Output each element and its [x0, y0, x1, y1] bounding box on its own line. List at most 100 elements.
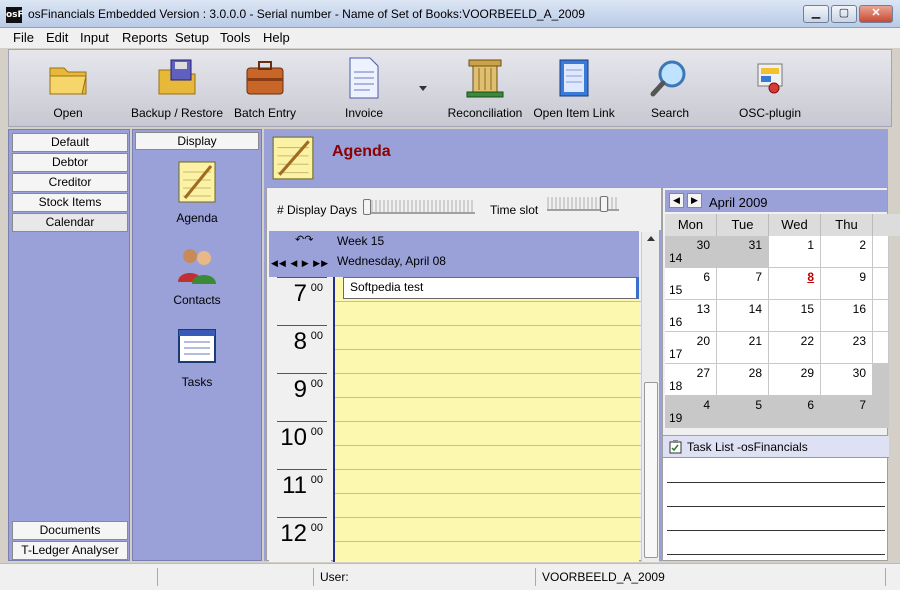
invoice-button[interactable]: Invoice: [329, 54, 399, 124]
agenda-header-icon: [272, 136, 314, 180]
menu-edit[interactable]: Edit: [46, 30, 68, 45]
minimize-button[interactable]: ▁: [803, 5, 829, 23]
day-navigation-arrows[interactable]: ◀◀ ◀ ▶ ▶▶: [271, 258, 329, 269]
reconciliation-icon: [466, 59, 504, 98]
backup-icon: [158, 59, 196, 95]
close-button[interactable]: ✕: [859, 5, 893, 23]
calendar-day[interactable]: 7: [717, 268, 769, 300]
nav-documents[interactable]: Documents: [12, 521, 128, 540]
maximize-button[interactable]: ▢: [831, 5, 857, 23]
calendar-day[interactable]: 1: [769, 236, 821, 268]
time-slot-slider[interactable]: [547, 197, 619, 211]
menu-input[interactable]: Input: [80, 30, 109, 45]
contacts-icon: [178, 249, 216, 284]
calendar-day[interactable]: 9: [821, 268, 873, 300]
calendar-day[interactable]: 23: [821, 332, 873, 364]
calendar-day[interactable]: [873, 396, 889, 428]
day-number: 6: [703, 270, 710, 284]
hour-row: 11 00: [277, 469, 327, 517]
day-number: 7: [859, 398, 866, 412]
task-list-header: Task List -osFinancials: [663, 436, 889, 458]
nav-default[interactable]: Default: [12, 133, 128, 152]
calendar-header: ◀ ▶ April 2009: [665, 190, 887, 212]
day-number: 21: [748, 334, 762, 348]
calendar-day[interactable]: 21: [717, 332, 769, 364]
backup-restore-button[interactable]: Backup / Restore: [119, 54, 235, 124]
menu-setup[interactable]: Setup: [175, 30, 209, 45]
calendar-day[interactable]: 13 16: [665, 300, 717, 332]
close-icon: ✕: [871, 7, 881, 19]
day-number: 30: [852, 366, 866, 380]
agenda-panel: # Display Days Time slot ↶↷ Week 15 ◀◀ ◀…: [266, 187, 661, 562]
calendar-day[interactable]: [873, 332, 889, 364]
calendar-day[interactable]: 20 17: [665, 332, 717, 364]
subnav-contacts[interactable]: Contacts: [133, 242, 261, 307]
scroll-thumb[interactable]: [644, 382, 658, 558]
display-days-slider[interactable]: [363, 200, 475, 214]
osc-plugin-button[interactable]: OSC-plugin: [731, 54, 809, 124]
calendar-day[interactable]: 6: [769, 396, 821, 428]
calendar-day[interactable]: 15: [769, 300, 821, 332]
day-number: 23: [852, 334, 866, 348]
calendar-day[interactable]: 4 19: [665, 396, 717, 428]
calendar-day[interactable]: [873, 364, 889, 396]
menu-help[interactable]: Help: [263, 30, 290, 45]
agenda-icon: [178, 161, 216, 203]
subnav-agenda[interactable]: Agenda: [133, 160, 261, 225]
nav-calendar[interactable]: Calendar: [12, 213, 128, 232]
calendar-day[interactable]: 22: [769, 332, 821, 364]
calendar-day[interactable]: 31: [717, 236, 769, 268]
week-number: 16: [669, 315, 683, 329]
calendar-day[interactable]: [873, 300, 889, 332]
calendar-day[interactable]: 27 18: [665, 364, 717, 396]
calendar-day[interactable]: 7: [821, 396, 873, 428]
menu-file[interactable]: File: [13, 30, 34, 45]
title-bar: osF osFinancials Embedded Version : 3.0.…: [0, 0, 900, 28]
calendar-day[interactable]: 28: [717, 364, 769, 396]
batch-entry-button[interactable]: Batch Entry: [231, 54, 299, 124]
time-slots[interactable]: Softpedia test: [333, 277, 641, 562]
menu-reports[interactable]: Reports: [122, 30, 168, 45]
calendar-day[interactable]: 2: [821, 236, 873, 268]
scroll-up-icon[interactable]: [647, 236, 655, 241]
status-section: [4, 568, 158, 586]
calendar-day[interactable]: 14: [717, 300, 769, 332]
agenda-scrollbar[interactable]: [641, 232, 659, 562]
time-column: 7 00 8 00 9 00 10 00 11 00 12 00: [269, 277, 331, 562]
open-item-link-button[interactable]: Open Item Link: [529, 54, 619, 124]
calendar-day[interactable]: 30: [821, 364, 873, 396]
prev-month-button[interactable]: ◀: [669, 193, 684, 208]
calendar-day[interactable]: 6 15: [665, 268, 717, 300]
calendar-day[interactable]: 16: [821, 300, 873, 332]
calendar-day[interactable]: 30 14: [665, 236, 717, 268]
calendar-day[interactable]: 5: [717, 396, 769, 428]
date-label: Wednesday, April 08: [337, 254, 446, 268]
calendar-day[interactable]: [873, 236, 889, 268]
day-number: 6: [807, 398, 814, 412]
calendar-day[interactable]: [873, 268, 889, 300]
next-month-button[interactable]: ▶: [687, 193, 702, 208]
nav-debtor[interactable]: Debtor: [12, 153, 128, 172]
display-panel: Display Agenda Contacts Tasks: [132, 129, 262, 561]
calendar-month: April 2009: [709, 195, 768, 210]
display-days-label: # Display Days: [277, 203, 358, 217]
hour-row: 7 00: [277, 277, 327, 325]
reconciliation-button[interactable]: Reconciliation: [435, 54, 535, 124]
invoice-dropdown-arrow[interactable]: [419, 86, 427, 91]
agenda-event[interactable]: Softpedia test: [343, 277, 639, 299]
calendar-day-today[interactable]: 8: [769, 268, 821, 300]
display-days-slider-thumb[interactable]: [363, 199, 371, 215]
calendar-day[interactable]: 29: [769, 364, 821, 396]
nav-stock-items[interactable]: Stock Items: [12, 193, 128, 212]
time-slot-label: Time slot: [490, 203, 539, 217]
nav-t-ledger-analyser[interactable]: T-Ledger Analyser: [12, 541, 128, 560]
menu-tools[interactable]: Tools: [220, 30, 250, 45]
subnav-tasks[interactable]: Tasks: [133, 324, 261, 389]
main-area: Agenda # Display Days Time slot ↶↷ Week …: [264, 129, 900, 562]
open-button[interactable]: Open: [29, 54, 107, 124]
nav-creditor[interactable]: Creditor: [12, 173, 128, 192]
day-of-week: [873, 214, 900, 236]
refresh-icon[interactable]: ↶↷: [295, 233, 313, 246]
time-slot-slider-thumb[interactable]: [600, 196, 608, 212]
search-button[interactable]: Search: [637, 54, 703, 124]
